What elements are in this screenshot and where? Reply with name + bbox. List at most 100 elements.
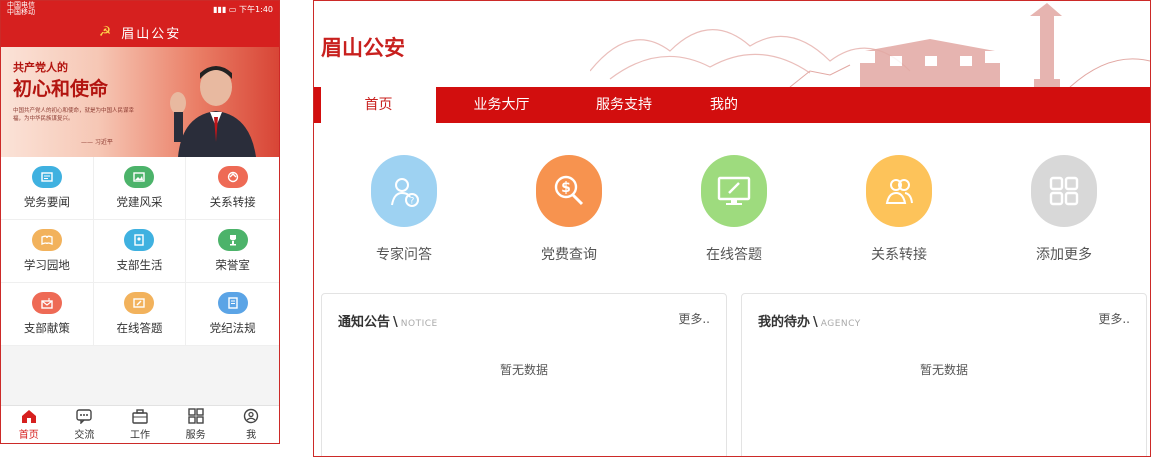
fee-search-icon: $ bbox=[536, 155, 602, 227]
grid-item[interactable]: 党务要闻 bbox=[1, 157, 94, 220]
grid-item[interactable]: 党建风采 bbox=[93, 157, 187, 220]
agency-more-link[interactable]: 更多.. bbox=[1098, 310, 1130, 327]
title-separator: \ bbox=[393, 315, 398, 330]
tab-item[interactable]: 交流 bbox=[57, 406, 113, 443]
carrier-label: 中国移动 bbox=[7, 8, 35, 16]
notice-empty-text: 暂无数据 bbox=[499, 363, 548, 377]
notice-panel: 通知公告 \ NOTICE 更多.. 暂无数据 bbox=[321, 293, 727, 456]
tab-label: 交流 bbox=[74, 430, 95, 441]
book-icon bbox=[31, 229, 62, 251]
signal-icon: ▮▮▮ bbox=[213, 5, 227, 14]
grid-item-label: 党务要闻 bbox=[23, 195, 70, 209]
grid-item-label: 支部生活 bbox=[116, 258, 163, 272]
app-title-bar: ☭ 眉山公安 bbox=[1, 17, 279, 47]
quick-entry[interactable]: $ 党费查询 bbox=[519, 155, 619, 264]
image-icon bbox=[124, 166, 155, 188]
status-time: 下午1:40 bbox=[239, 5, 273, 14]
quick-entry-label: 添加更多 bbox=[1036, 247, 1092, 263]
quick-entry[interactable]: 关系转接 bbox=[849, 155, 949, 264]
grid-item[interactable]: 支部生活 bbox=[93, 220, 187, 283]
grid-item-label: 关系转接 bbox=[209, 195, 256, 209]
home-icon bbox=[21, 410, 36, 423]
quick-entry[interactable]: 在线答题 bbox=[684, 155, 784, 264]
grid-item[interactable]: 学习园地 bbox=[1, 220, 94, 283]
tab-label: 我 bbox=[246, 430, 257, 441]
banner-line1: 共产党人的 bbox=[13, 61, 68, 74]
grid-item[interactable]: 支部献策 bbox=[1, 283, 94, 346]
agency-title: 我的待办 bbox=[758, 315, 811, 330]
bottom-tab-bar: 首页 交流 工作 服务 我 bbox=[1, 405, 279, 443]
notice-title: 通知公告 bbox=[338, 315, 391, 330]
grid-item[interactable]: 关系转接 bbox=[186, 157, 279, 220]
tab-label: 服务 bbox=[185, 430, 206, 441]
tab-label: 首页 bbox=[18, 430, 39, 441]
title-separator: \ bbox=[813, 315, 818, 330]
expert-icon: ? bbox=[371, 155, 437, 227]
tab-item[interactable]: 首页 bbox=[1, 406, 57, 443]
site-header: 眉山公安 bbox=[314, 1, 1150, 87]
battery-icon: ▭ bbox=[228, 5, 237, 14]
nav-item[interactable]: 业务大厅 bbox=[444, 87, 559, 123]
portrait-illustration bbox=[170, 66, 256, 157]
svg-text:?: ? bbox=[410, 197, 415, 207]
party-emblem-icon: ☭ bbox=[98, 24, 114, 40]
grid-item[interactable]: 党纪法规 bbox=[186, 283, 279, 346]
people-icon bbox=[866, 155, 932, 227]
newspaper-icon bbox=[31, 166, 62, 188]
banner-quote: 中国共产党人的初心和使命，就是为中国人民谋幸福，为中华民族谋复兴。 bbox=[13, 108, 135, 122]
grid-item-label: 学习园地 bbox=[23, 258, 70, 272]
notice-title-group: 通知公告 \ NOTICE bbox=[338, 311, 438, 330]
edit-icon bbox=[124, 292, 155, 314]
status-bar: 中国电信 中国移动 ▮▮▮ ▭ 下午1:40 bbox=[1, 1, 279, 17]
banner-image[interactable]: 共产党人的 初心和使命 中国共产党人的初心和使命，就是为中国人民谋幸福，为中华民… bbox=[1, 47, 279, 157]
chat-icon bbox=[76, 409, 93, 424]
grid-item-label: 在线答题 bbox=[116, 321, 163, 335]
nav-item[interactable]: 我的 bbox=[674, 87, 774, 123]
rules-icon bbox=[217, 292, 248, 314]
tab-item[interactable]: 工作 bbox=[112, 406, 168, 443]
quick-entry-label: 专家问答 bbox=[376, 247, 432, 263]
agency-empty-text: 暂无数据 bbox=[919, 363, 968, 377]
tab-item[interactable]: 我 bbox=[223, 406, 279, 443]
grid-item-label: 支部献策 bbox=[23, 321, 70, 335]
quick-entry[interactable]: ? 专家问答 bbox=[354, 155, 454, 264]
trophy-icon bbox=[217, 229, 248, 251]
landmark-decoration bbox=[590, 3, 1150, 87]
photo-icon bbox=[124, 229, 155, 251]
carrier-info: 中国电信 中国移动 bbox=[7, 2, 35, 16]
quick-entry-label: 在线答题 bbox=[706, 247, 762, 263]
user-icon bbox=[243, 408, 259, 424]
grid-item[interactable]: 在线答题 bbox=[93, 283, 187, 346]
notice-subtitle: NOTICE bbox=[400, 319, 438, 329]
grid-item[interactable]: 荣誉室 bbox=[186, 220, 279, 283]
site-logo[interactable]: 眉山公安 bbox=[321, 32, 405, 62]
mobile-app-screen: 中国电信 中国移动 ▮▮▮ ▭ 下午1:40 ☭ 眉山公安 共产党人的 初心和使… bbox=[0, 0, 280, 444]
quick-entry-row: ? 专家问答 $ 党费查询 在线答题 关系转接 添加更多 bbox=[314, 123, 1150, 293]
svg-text:$: $ bbox=[561, 180, 571, 196]
quick-entry-label: 关系转接 bbox=[871, 247, 927, 263]
nav-item[interactable]: 服务支持 bbox=[559, 87, 689, 123]
agency-subtitle: AGENCY bbox=[820, 319, 861, 329]
grid-icon bbox=[1031, 155, 1097, 227]
tab-item[interactable]: 服务 bbox=[168, 406, 224, 443]
tab-label: 工作 bbox=[129, 430, 150, 441]
grid-item-label: 党建风采 bbox=[116, 195, 163, 209]
monitor-edit-icon bbox=[701, 155, 767, 227]
nav-item[interactable]: 首页 bbox=[321, 87, 436, 124]
grid-item-label: 党纪法规 bbox=[209, 321, 256, 335]
quick-entry[interactable]: 添加更多 bbox=[1014, 155, 1114, 264]
function-grid: 党务要闻 党建风采 关系转接学习园地 支部生活 荣誉室支部献策 在线答题 党纪法规 bbox=[1, 157, 279, 346]
app-title: 眉山公安 bbox=[121, 26, 182, 42]
agency-title-group: 我的待办 \ AGENCY bbox=[758, 311, 861, 330]
status-right: ▮▮▮ ▭ 下午1:40 bbox=[213, 4, 273, 15]
desktop-portal: 眉山公安 首页 业务大厅 服务支持 我的 ? 专家问答 $ 党费查询 在线答题 … bbox=[313, 0, 1151, 457]
mailbox-icon bbox=[31, 292, 62, 314]
agency-panel: 我的待办 \ AGENCY 更多.. 暂无数据 bbox=[741, 293, 1147, 456]
main-nav: 首页 业务大厅 服务支持 我的 bbox=[314, 87, 1150, 124]
banner-signature: —— 习近平 bbox=[81, 139, 113, 146]
grid-item-label: 荣誉室 bbox=[215, 258, 250, 272]
notice-more-link[interactable]: 更多.. bbox=[678, 310, 710, 327]
briefcase-icon bbox=[132, 409, 148, 424]
banner-line2: 初心和使命 bbox=[13, 78, 109, 100]
quick-entry-label: 党费查询 bbox=[541, 247, 597, 263]
